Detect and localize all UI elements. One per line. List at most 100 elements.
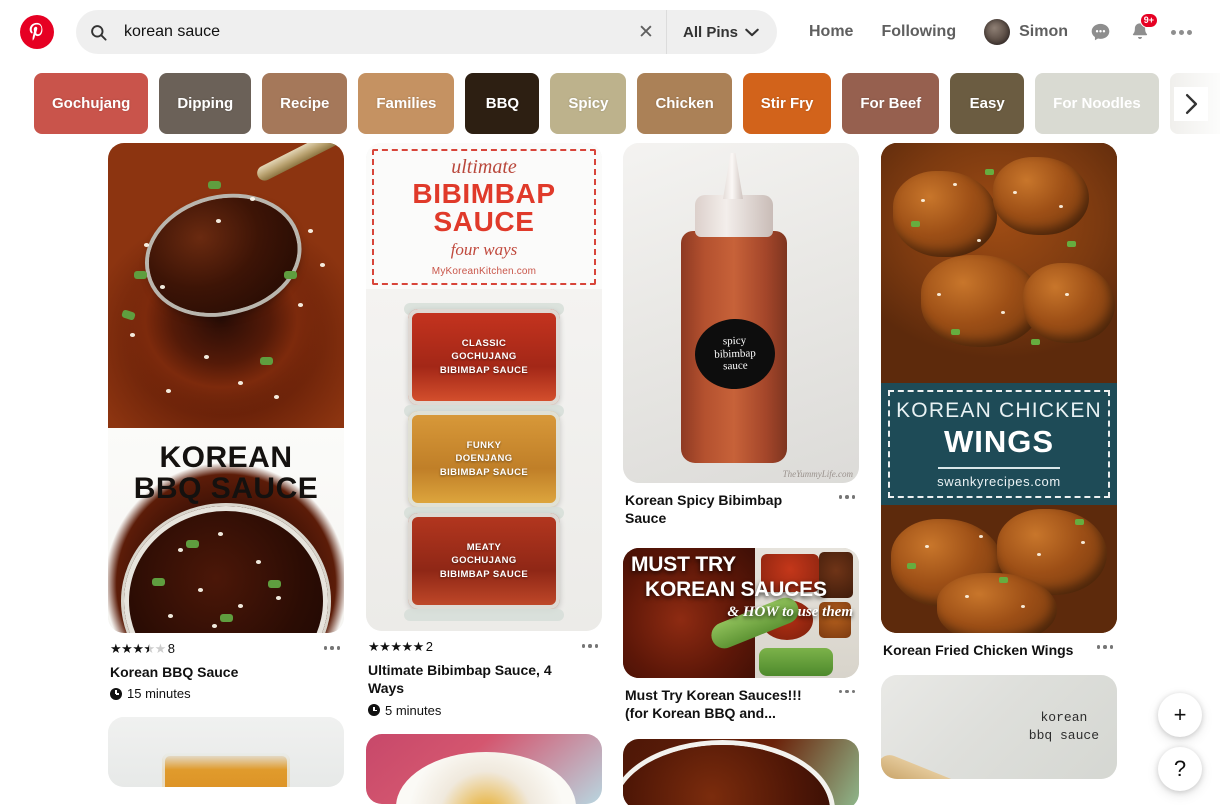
chip-families[interactable]: Families [358,73,455,134]
pin-card-ultimate-bibimbap[interactable]: ultimate BIBIMBAP SAUCE four ways MyKore… [366,143,602,718]
pin-meta: Must Try Korean Sauces!!! (for Korean BB… [623,678,859,723]
overlay-line-2: WINGS [943,424,1055,459]
pin-card-korean-fried-chicken-wings[interactable]: KOREAN CHICKEN WINGS swankyrecipes.com K… [881,143,1117,659]
nav-following[interactable]: Following [867,23,970,41]
chip-label: Spicy [568,95,609,112]
chip-gochujang[interactable]: Gochujang [34,73,149,134]
spoon-shape [136,182,310,328]
pin-title: Ultimate Bibimbap Sauce, 4 Ways [368,662,552,697]
nav-home[interactable]: Home [795,23,867,41]
chip-dipping[interactable]: Dipping [159,73,252,134]
pin-image[interactable]: KOREAN BBQ SAUCE [108,143,344,633]
notifications-icon[interactable]: 9+ [1120,12,1160,52]
search-clear-button[interactable]: ✕ [626,10,666,54]
plate-shape [396,751,576,804]
pin-image[interactable]: MUST TRY KOREAN SAUCES & HOW to use them [623,547,859,678]
all-pins-label: All Pins [682,23,738,41]
pin-meta: Korean Spicy Bibimbap Sauce [623,483,859,528]
messages-icon[interactable] [1080,12,1120,52]
chip-chicken[interactable]: Chicken [637,73,732,134]
pin-card-partial-jar[interactable] [108,717,344,788]
chip-bbq[interactable]: BBQ [465,73,540,134]
bottle-tip-shape [723,153,743,199]
pin-more-options-icon[interactable] [580,640,601,652]
rating-stars: ★★★★★ 8 [110,641,175,656]
pin-meta: Korean Fried Chicken Wings [881,633,1117,659]
chevron-right-icon[interactable] [1174,86,1208,121]
chip-for-noodles[interactable]: For Noodles [1035,73,1159,134]
pin-more-options-icon[interactable] [322,642,343,654]
pin-time: 5 minutes [368,703,600,718]
chip-for-beef[interactable]: For Beef [842,73,940,134]
jar-lid [404,609,564,621]
pin-card-partial-plate[interactable] [366,733,602,804]
chip-label: Families [376,95,437,112]
chip-label: Stir Fry [760,95,814,112]
pin-image[interactable]: spicy bibimbap sauce TheYummyLife.com [623,143,859,483]
overlay-line-1: KOREAN [159,441,293,474]
pin-more-options-icon[interactable] [1095,641,1116,653]
sauce-bowl-shape [623,744,830,805]
pin-image[interactable] [366,733,602,804]
chip-recipe[interactable]: Recipe [262,73,348,134]
pinterest-logo-icon[interactable] [20,15,54,49]
pin-title: Korean BBQ Sauce [110,664,239,680]
bottle-label-text: spicy bibimbap sauce [714,334,756,373]
pin-more-options-icon[interactable] [837,491,858,503]
pin-grid: KOREAN BBQ SAUCE ★★★★★ 8 Korean BBQ Sauc… [0,143,1220,805]
overlay-line-1: korean [1040,710,1088,726]
jar-label: MEATY GOCHUJANG BIBIMBAP SAUCE [439,542,529,580]
clock-icon [368,704,380,717]
chevron-down-icon [745,28,759,36]
pin-image[interactable] [623,738,859,805]
overlay-line-1: KOREAN CHICKEN [896,399,1102,422]
pin-overlay-header: ultimate BIBIMBAP SAUCE four ways MyKore… [366,143,602,289]
pin-card-spicy-bibimbap-sauce[interactable]: spicy bibimbap sauce TheYummyLife.com Ko… [623,143,859,528]
floating-action-buttons: + ? [1158,693,1202,791]
notifications-badge: 9+ [1139,13,1158,28]
pin-card-korean-bbq-sauce[interactable]: KOREAN BBQ SAUCE ★★★★★ 8 Korean BBQ Sauc… [108,143,344,701]
search-bar[interactable]: ✕ All Pins [76,10,777,54]
overlay-divider [938,467,1060,469]
chip-label: Gochujang [52,95,131,112]
pin-meta: ★★★★★ 8 Korean BBQ Sauce 15 minutes [108,633,344,701]
spoon-handle-shape [254,143,344,184]
grid-column-2: ultimate BIBIMBAP SAUCE four ways MyKore… [366,143,602,805]
chip-spicy[interactable]: Spicy [550,73,627,134]
help-button[interactable]: ? [1158,747,1202,791]
rating-count: 8 [167,640,175,656]
pin-image-bottom: KOREAN BBQ SAUCE [108,428,344,633]
avatar [984,19,1011,45]
bottle-cap-shape [695,195,773,237]
chip-label: Recipe [280,95,330,112]
rating-count: 2 [425,638,433,654]
pin-card-partial-sauce-bowl[interactable] [623,738,859,805]
pin-overlay-title: korean bbq sauce [1029,709,1099,744]
pin-more-options-icon[interactable] [837,686,858,698]
chip-stir-fry[interactable]: Stir Fry [742,73,832,134]
pin-time-label: 15 minutes [127,686,191,702]
chip-label: For Beef [860,95,922,112]
pin-image[interactable]: korean bbq sauce [881,675,1117,780]
chip-easy[interactable]: Easy [950,73,1025,134]
all-pins-dropdown[interactable]: All Pins [667,10,777,54]
jar-meaty-gochujang: MEATY GOCHUJANG BIBIMBAP SAUCE [408,513,560,609]
overlay-source: swankyrecipes.com [937,474,1061,489]
pin-card-partial-marble-bbq[interactable]: korean bbq sauce [881,675,1117,780]
pin-card-must-try-korean-sauces[interactable]: MUST TRY KOREAN SAUCES & HOW to use them… [623,547,859,723]
overlay-line-2: KOREAN SAUCES [645,577,827,601]
pin-image[interactable]: ultimate BIBIMBAP SAUCE four ways MyKore… [366,143,602,631]
chip-label: BBQ [485,95,520,112]
pin-title: Korean Fried Chicken Wings [883,642,1074,658]
jar-funky-doenjang: FUNKY DOENJANG BIBIMBAP SAUCE [408,411,560,507]
pin-image[interactable]: KOREAN CHICKEN WINGS swankyrecipes.com [881,143,1117,633]
more-options-icon[interactable] [1160,12,1202,52]
pin-meta: ★ ★ ★ ★ ★ 2 Ultimate Bibimbap Sauce, 4 Ways … [366,631,602,718]
overlay-line-2: BBQ SAUCE [133,472,319,506]
overlay-line-1: MUST TRY [631,552,736,576]
create-pin-button[interactable]: + [1158,693,1202,737]
profile-button[interactable]: Simon [970,19,1080,45]
search-input[interactable] [120,11,626,53]
overlay-line-3: & HOW to use them [727,603,853,620]
pin-image[interactable] [108,717,344,788]
